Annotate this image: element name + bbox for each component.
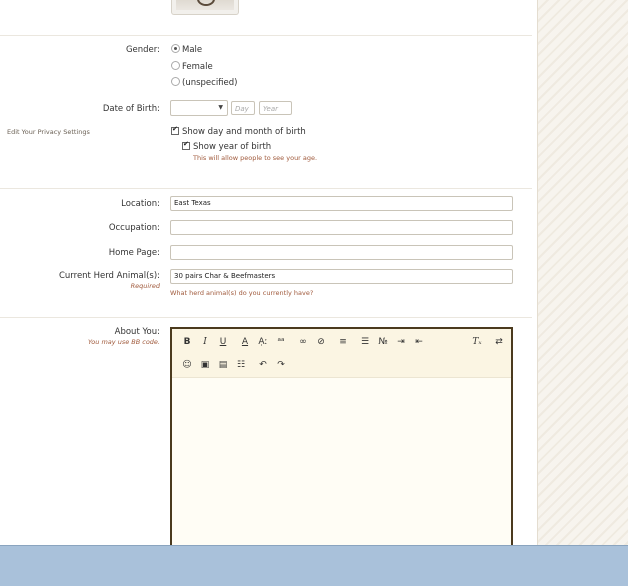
edit-privacy-link[interactable]: Edit Your Privacy Settings — [7, 128, 90, 136]
remove-format-button[interactable]: Tₓ — [470, 335, 484, 349]
section-divider — [0, 35, 532, 36]
dob-day-input[interactable]: Day — [231, 101, 255, 115]
dob-label: Date of Birth: — [102, 104, 160, 114]
undo-button[interactable]: ↶ — [256, 358, 270, 372]
toggle-bbcode-button[interactable]: ⇄ — [492, 335, 506, 349]
location-input[interactable]: East Texas — [170, 196, 513, 211]
avatar[interactable] — [171, 0, 239, 15]
gender-option-female[interactable]: Female — [182, 62, 213, 72]
about-bbcode-note: You may use BB code. — [88, 338, 160, 346]
herd-label: Current Herd Animal(s): — [58, 271, 160, 281]
link-button[interactable]: ∞ — [296, 335, 310, 349]
editor-toolbar: B I U A Ạː ᵃᵃ ∞ ⊘ ≡ ☰ № ⇥ ⇤ Tₓ ⇄ ☺ ▣ ▤ ☷ ↶ ↷ — [172, 329, 511, 378]
underline-button[interactable]: U — [216, 335, 230, 349]
gender-radio-female[interactable] — [171, 61, 180, 70]
smilies-button[interactable]: ☺ — [180, 358, 194, 372]
gender-label: Gender: — [125, 45, 160, 55]
numbered-list-button[interactable]: № — [376, 335, 390, 349]
insert-more-button[interactable]: ☷ — [234, 358, 248, 372]
font-color-button[interactable]: A — [238, 335, 252, 349]
avatar-image — [176, 0, 234, 10]
show-day-month-checkbox[interactable] — [171, 125, 179, 135]
homepage-label: Home Page: — [108, 248, 160, 258]
redo-button[interactable]: ↷ — [274, 358, 288, 372]
occupation-label: Occupation: — [108, 223, 160, 233]
herd-hint: What herd animal(s) do you currently hav… — [170, 289, 314, 297]
image-button[interactable]: ▣ — [198, 358, 212, 372]
about-editor[interactable]: B I U A Ạː ᵃᵃ ∞ ⊘ ≡ ☰ № ⇥ ⇤ Tₓ ⇄ ☺ ▣ ▤ ☷ ↶ ↷ — [170, 327, 513, 557]
gender-radio-male[interactable] — [171, 44, 180, 53]
italic-button[interactable]: I — [198, 335, 212, 349]
herd-input[interactable]: 30 pairs Char & Beefmasters — [170, 269, 513, 284]
gender-option-male[interactable]: Male — [182, 45, 202, 55]
align-button[interactable]: ≡ — [336, 335, 350, 349]
chevron-down-icon: ▼ — [218, 104, 223, 111]
show-year-checkbox[interactable] — [182, 140, 190, 150]
gender-radio-unspecified[interactable] — [171, 77, 180, 86]
dob-year-input[interactable]: Year — [259, 101, 292, 115]
avatar-icon — [197, 0, 215, 6]
bold-button[interactable]: B — [180, 335, 194, 349]
homepage-input[interactable] — [170, 245, 513, 260]
location-label: Location: — [121, 199, 160, 209]
show-day-month-label[interactable]: Show day and month of birth — [182, 127, 306, 137]
show-year-label[interactable]: Show year of birth — [193, 142, 271, 152]
bullet-list-button[interactable]: ☰ — [358, 335, 372, 349]
dob-month-select[interactable]: ▼ — [170, 100, 228, 116]
unlink-button[interactable]: ⊘ — [314, 335, 328, 349]
occupation-input[interactable] — [170, 220, 513, 235]
show-year-hint: This will allow people to see your age. — [193, 154, 318, 162]
about-label: About You: — [114, 327, 160, 337]
section-divider — [0, 317, 532, 318]
section-divider — [0, 188, 532, 189]
gender-option-unspecified[interactable]: (unspecified) — [182, 78, 237, 88]
media-button[interactable]: ▤ — [216, 358, 230, 372]
font-family-button[interactable]: ᵃᵃ — [274, 335, 288, 349]
font-size-button[interactable]: Ạː — [256, 335, 270, 349]
os-taskbar — [0, 545, 628, 586]
indent-button[interactable]: ⇥ — [394, 335, 408, 349]
page-background-stripes — [537, 0, 628, 545]
herd-required-note: Required — [130, 282, 160, 290]
outdent-button[interactable]: ⇤ — [412, 335, 426, 349]
